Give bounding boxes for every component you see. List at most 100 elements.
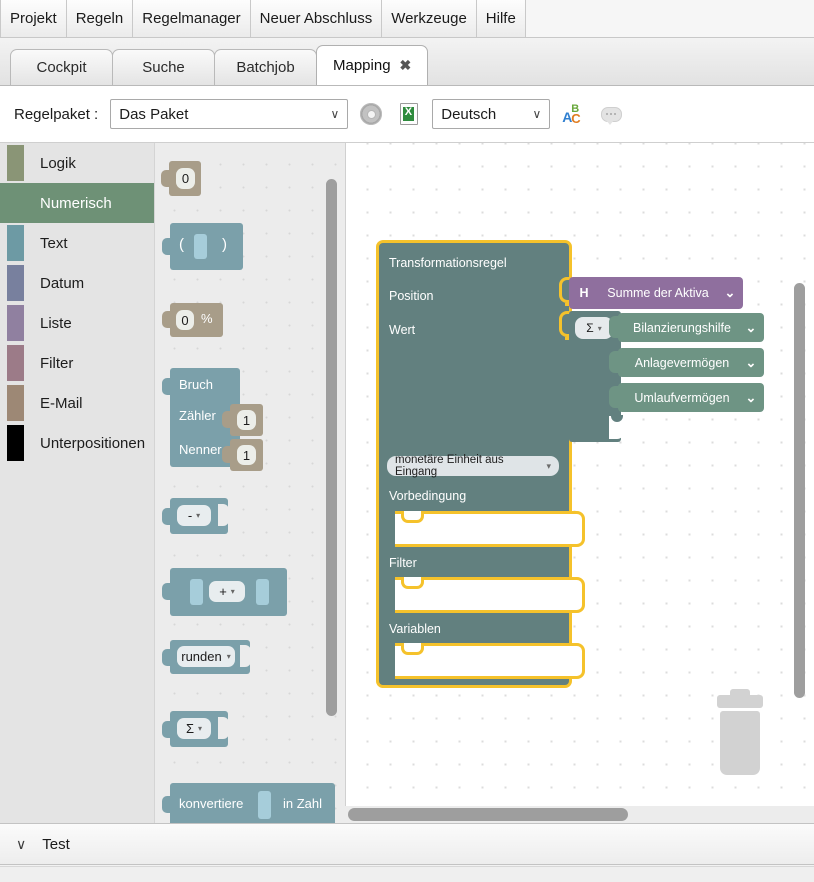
palette-percent-block[interactable]: 0 %: [162, 303, 223, 337]
menu-item-regeln[interactable]: Regeln: [66, 0, 134, 37]
test-panel-header[interactable]: ∨ Test: [0, 823, 814, 865]
canvas-vertical-scrollbar-thumb[interactable]: [794, 283, 805, 698]
color-swatch-icon: [7, 425, 24, 461]
palette-fraction-numerator-block[interactable]: 1: [222, 404, 263, 436]
close-icon[interactable]: ✖: [400, 57, 412, 74]
arithmetic-operator-field[interactable]: + ▾: [209, 581, 245, 602]
palette-scrollbar-thumb[interactable]: [326, 179, 337, 716]
menu-item-projekt[interactable]: Projekt: [0, 0, 67, 37]
bottom-strip: [0, 866, 814, 882]
chevron-down-icon: ∨: [330, 107, 340, 121]
chevron-down-icon[interactable]: ⌄: [738, 390, 764, 406]
menu-item-werkzeuge[interactable]: Werkzeuge: [382, 0, 477, 37]
menu-item-label: Regeln: [75, 10, 124, 27]
test-panel-label: Test: [42, 835, 70, 853]
tab-suche[interactable]: Suche: [112, 49, 215, 85]
menu-item-label: Regelmanager: [142, 10, 241, 27]
palette-fraction-denominator-block[interactable]: 1: [222, 439, 263, 471]
sidebar-item-logik[interactable]: Logik: [0, 143, 154, 183]
input-plug-icon[interactable]: [194, 234, 207, 259]
palette-convert-block[interactable]: konvertiere in Zahl: [162, 783, 335, 823]
transformation-rule-block[interactable]: Transformationsregel Position Wert monet…: [376, 240, 585, 688]
tab-batchjob[interactable]: Batchjob: [214, 49, 317, 85]
chevron-down-icon[interactable]: ⌄: [738, 320, 764, 336]
rule-package-select[interactable]: Das Paket ∨: [110, 99, 349, 129]
sidebar-item-numerisch[interactable]: Numerisch: [0, 183, 154, 223]
sum-operator-field[interactable]: Σ ▾: [177, 718, 211, 739]
list-item-bilanzierungshilfe[interactable]: Bilanzierungshilfe ⌄: [609, 313, 764, 342]
block-palette[interactable]: 0 ( ) 0 % Bruch Zähler Nenner 1 1 - ▾ + …: [155, 143, 345, 823]
palette-parentheses-block[interactable]: ( ): [162, 223, 243, 270]
input-plug-right-icon[interactable]: [256, 579, 269, 605]
color-swatch-icon: [7, 225, 24, 261]
toolbar: Regelpaket : Das Paket ∨ Deutsch ∨ A B C: [0, 86, 814, 143]
input-plug-icon[interactable]: [258, 791, 271, 819]
sum-operator-field[interactable]: Σ ▾: [575, 317, 613, 339]
chevron-down-icon: ▾: [597, 323, 602, 333]
comment-button[interactable]: [596, 99, 626, 129]
rule-package-value: Das Paket: [119, 105, 189, 123]
chevron-down-icon[interactable]: ⌄: [717, 285, 743, 301]
block-socket-icon: [218, 504, 229, 526]
negate-operator-field[interactable]: - ▾: [177, 505, 211, 526]
excel-export-icon: [400, 103, 419, 125]
sidebar-item-unterpositionen[interactable]: Unterpositionen: [0, 423, 154, 463]
palette-arithmetic-block[interactable]: + ▾: [162, 568, 287, 616]
sidebar-item-label: Unterpositionen: [40, 434, 146, 452]
list-item-anlagevermoegen[interactable]: Anlagevermögen ⌄: [609, 348, 764, 377]
position-block[interactable]: H Summe der Aktiva ⌄: [569, 277, 743, 309]
rule-row-position-label: Position: [389, 289, 434, 303]
color-swatch-icon: [7, 385, 24, 421]
palette-round-block[interactable]: runden ▾: [162, 640, 251, 674]
input-plug-left-icon[interactable]: [190, 579, 203, 605]
round-operator-field[interactable]: runden ▾: [177, 646, 235, 667]
palette-number-block[interactable]: 0: [161, 161, 201, 196]
menu-item-regelmanager[interactable]: Regelmanager: [133, 0, 251, 37]
block-connector-icon: [222, 446, 231, 463]
sidebar-item-text[interactable]: Text: [0, 223, 154, 263]
canvas-horizontal-scrollbar-thumb[interactable]: [348, 808, 628, 821]
chevron-down-icon[interactable]: ⌄: [738, 355, 764, 371]
block-connector-icon: [162, 378, 171, 395]
trash-lid-icon: [717, 689, 763, 708]
palette-negate-block[interactable]: - ▾: [162, 498, 229, 534]
excel-export-button[interactable]: [394, 99, 424, 129]
menu-item-hilfe[interactable]: Hilfe: [476, 0, 526, 37]
denominator-value-field[interactable]: 1: [237, 445, 256, 465]
color-swatch-icon: [7, 305, 24, 341]
section-variablen-label: Variablen: [389, 622, 441, 636]
color-swatch-icon: [7, 345, 24, 381]
numerator-value-field[interactable]: 1: [237, 410, 256, 430]
translate-button[interactable]: A B C: [558, 99, 588, 129]
gear-icon: [360, 103, 383, 125]
section-filter-slot[interactable]: [395, 577, 585, 613]
block-connector-icon: [162, 796, 171, 813]
section-vorbedingung-slot[interactable]: [395, 511, 585, 547]
chevron-down-icon[interactable]: ∨: [16, 836, 26, 853]
sum-empty-slot[interactable]: [609, 415, 624, 439]
abc-translate-icon: A B C: [562, 103, 584, 126]
section-variablen-slot[interactable]: [395, 643, 585, 679]
unit-dropdown[interactable]: monetäre Einheit aus Eingang ▾: [387, 454, 559, 478]
sidebar-item-filter[interactable]: Filter: [0, 343, 154, 383]
palette-sum-block[interactable]: Σ ▾: [162, 711, 229, 747]
sidebar-item-label: Logik: [40, 154, 76, 172]
sidebar-item-datum[interactable]: Datum: [0, 263, 154, 303]
number-value-field[interactable]: 0: [176, 168, 195, 189]
settings-button[interactable]: [356, 99, 386, 129]
menu-item-neuer-abschluss[interactable]: Neuer Abschluss: [250, 0, 383, 37]
sidebar-item-email[interactable]: E-Mail: [0, 383, 154, 423]
percent-value-field[interactable]: 0: [176, 310, 194, 330]
sidebar-item-liste[interactable]: Liste: [0, 303, 154, 343]
sum-operator-value: Σ: [185, 721, 195, 736]
paren-left-label: (: [179, 236, 184, 253]
convert-prefix-label: konvertiere: [179, 796, 244, 811]
sum-operator-value: Σ: [586, 321, 594, 335]
language-select[interactable]: Deutsch ∨: [432, 99, 551, 129]
list-item-umlaufvermoegen[interactable]: Umlaufvermögen ⌄: [609, 383, 764, 412]
tab-mapping[interactable]: Mapping ✖: [316, 45, 429, 85]
tab-cockpit[interactable]: Cockpit: [10, 49, 113, 85]
trash-can-icon[interactable]: [717, 689, 763, 775]
block-connector-icon: [222, 411, 231, 428]
convert-suffix-label: in Zahl: [283, 796, 323, 811]
